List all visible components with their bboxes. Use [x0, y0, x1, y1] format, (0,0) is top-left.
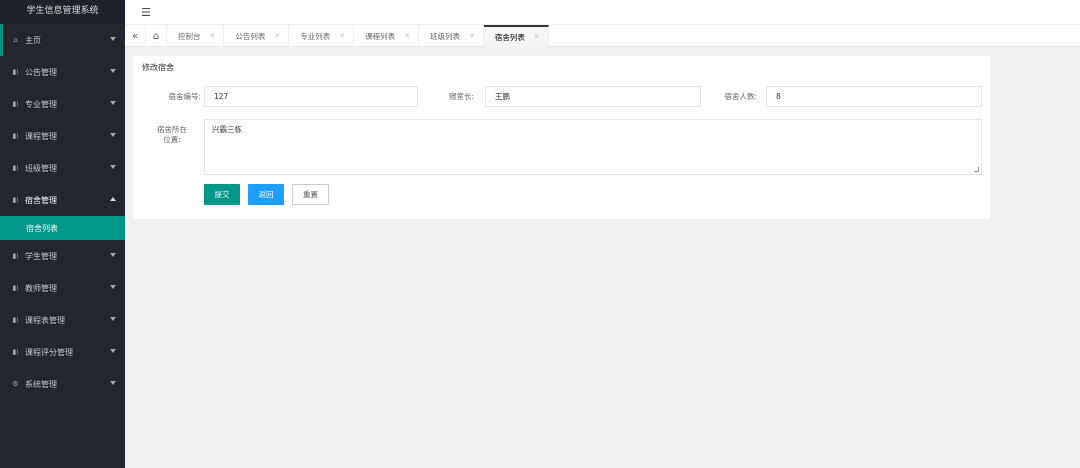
- sidebar-item-dorm[interactable]: ▮⁞ 宿舍管理: [0, 184, 125, 216]
- top-header: ☰: [125, 0, 1080, 25]
- location-value: 兴霸三栋: [212, 125, 242, 134]
- list-icon: ▮⁞: [12, 284, 19, 292]
- sidebar-item-label: 课程评分管理: [25, 347, 73, 357]
- close-icon[interactable]: ✕: [339, 32, 345, 40]
- page-title: 修改宿舍: [142, 63, 174, 72]
- back-button[interactable]: 返回: [248, 184, 284, 205]
- tab-bar: « ⌂ 控制台 ✕ 公告列表 ✕ 专业列表 ✕ 课程列表 ✕ 班级列表 ✕ 宿舍列表 ✕: [125, 25, 1080, 47]
- dorm-no-label: 宿舍编号:: [168, 92, 201, 101]
- close-icon[interactable]: ✕: [404, 32, 410, 40]
- close-icon[interactable]: ✕: [534, 33, 540, 41]
- chevron-down-icon: [110, 133, 116, 137]
- sidebar-item-timetable[interactable]: ▮⁞ 课程表管理: [0, 304, 125, 336]
- sidebar-item-label: 班级管理: [25, 163, 57, 173]
- submit-button[interactable]: 提交: [204, 184, 240, 205]
- tab-class-list[interactable]: 班级列表 ✕: [419, 25, 484, 47]
- sidebar-item-course-rating[interactable]: ▮⁞ 课程评分管理: [0, 336, 125, 368]
- sidebar-item-course[interactable]: ▮⁞ 课程管理: [0, 120, 125, 152]
- edit-dorm-card: 修改宿舍 宿舍编号: 127 寝室长: 王鹏 宿舍人数: 8 宿舍所在位置: 兴…: [133, 56, 990, 219]
- list-icon: ▮⁞: [12, 164, 19, 172]
- close-icon[interactable]: ✕: [210, 32, 216, 40]
- sidebar-item-notice[interactable]: ▮⁞ 公告管理: [0, 56, 125, 88]
- home-icon[interactable]: ⌂: [146, 25, 167, 47]
- sidebar-item-label: 课程管理: [25, 131, 57, 141]
- chevron-down-icon: [110, 165, 116, 169]
- list-icon: ▮⁞: [12, 316, 19, 324]
- home-icon: ⌂: [13, 36, 18, 44]
- chevron-down-icon: [110, 317, 116, 321]
- sidebar-subitem-dorm-list[interactable]: 宿舍列表: [0, 216, 125, 240]
- chevron-down-icon: [110, 37, 116, 41]
- sidebar-item-label: 学生管理: [25, 251, 57, 261]
- count-label: 宿舍人数:: [724, 92, 757, 101]
- list-icon: ▮⁞: [12, 252, 19, 260]
- double-left-icon[interactable]: «: [125, 25, 146, 47]
- sidebar-item-teacher[interactable]: ▮⁞ 教师管理: [0, 272, 125, 304]
- chevron-down-icon: [110, 101, 116, 105]
- chevron-down-icon: [110, 381, 116, 385]
- close-icon[interactable]: ✕: [274, 32, 280, 40]
- tab-course-list[interactable]: 课程列表 ✕: [354, 25, 419, 47]
- leader-input[interactable]: 王鹏: [485, 86, 701, 107]
- list-icon: ▮⁞: [12, 196, 19, 204]
- count-input[interactable]: 8: [766, 86, 982, 107]
- sidebar-item-label: 专业管理: [25, 99, 57, 109]
- tab-console[interactable]: 控制台 ✕: [167, 25, 225, 47]
- chevron-down-icon: [110, 69, 116, 73]
- sidebar-item-class[interactable]: ▮⁞ 班级管理: [0, 152, 125, 184]
- location-label: 宿舍所在位置:: [157, 125, 187, 144]
- list-icon: ▮⁞: [12, 132, 19, 140]
- tab-dorm-list[interactable]: 宿舍列表 ✕: [483, 25, 549, 47]
- tab-major-list[interactable]: 专业列表 ✕: [289, 25, 355, 47]
- sidebar-item-label: 课程表管理: [25, 315, 65, 325]
- sidebar-item-system[interactable]: ⚙ 系统管理: [0, 368, 125, 400]
- sidebar: 学生信息管理系统 ⌂ 主页 ▮⁞ 公告管理 ▮⁞ 专业管理 ▮⁞ 课程管理 ▮⁞…: [0, 0, 125, 468]
- chevron-down-icon: [110, 253, 116, 257]
- sidebar-item-label: 系统管理: [25, 379, 57, 389]
- menu-fold-icon[interactable]: ☰: [141, 6, 151, 19]
- chevron-down-icon: [110, 285, 116, 289]
- sidebar-item-student[interactable]: ▮⁞ 学生管理: [0, 240, 125, 272]
- leader-label: 寝室长:: [448, 92, 474, 101]
- sidebar-item-home[interactable]: ⌂ 主页: [0, 24, 125, 56]
- list-icon: ▮⁞: [12, 68, 19, 76]
- sidebar-item-label: 教师管理: [25, 283, 57, 293]
- sidebar-item-major[interactable]: ▮⁞ 专业管理: [0, 88, 125, 120]
- sidebar-item-label: 公告管理: [25, 67, 57, 77]
- resize-handle-icon[interactable]: [974, 167, 979, 172]
- app-title: 学生信息管理系统: [0, 0, 125, 24]
- dorm-no-input[interactable]: 127: [204, 86, 418, 107]
- tab-notice-list[interactable]: 公告列表 ✕: [224, 25, 290, 47]
- sidebar-item-label: 宿舍管理: [25, 195, 57, 205]
- gear-icon: ⚙: [12, 380, 19, 388]
- list-icon: ▮⁞: [12, 348, 19, 356]
- sidebar-item-label: 主页: [25, 35, 41, 45]
- location-textarea[interactable]: 兴霸三栋: [204, 119, 982, 175]
- chevron-down-icon: [110, 349, 116, 353]
- list-icon: ▮⁞: [12, 100, 19, 108]
- close-icon[interactable]: ✕: [469, 32, 475, 40]
- reset-button[interactable]: 重置: [292, 184, 329, 205]
- chevron-up-icon: [110, 197, 116, 201]
